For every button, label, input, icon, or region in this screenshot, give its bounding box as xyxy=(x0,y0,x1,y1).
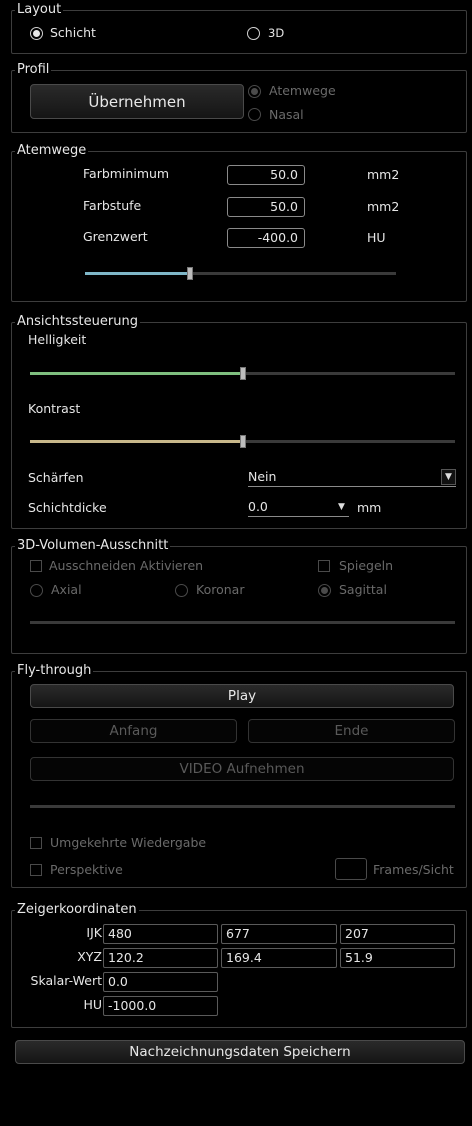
ausschneiden-label: Ausschneiden Aktivieren xyxy=(49,558,204,573)
grenzwert-input[interactable]: -400.0 xyxy=(227,228,305,248)
profil-atemwege-label: Atemwege xyxy=(269,83,336,98)
farbstufe-unit: mm2 xyxy=(367,199,400,214)
sagittal-label: Sagittal xyxy=(339,582,387,597)
kontrast-slider[interactable] xyxy=(30,435,455,448)
layout-schicht-radio[interactable] xyxy=(30,27,43,40)
schichtdicke-unit: mm xyxy=(357,500,382,515)
sagittal-radio[interactable] xyxy=(318,584,331,597)
layout-3d-radio[interactable] xyxy=(247,27,260,40)
schaerfen-dropdown[interactable]: Nein ▼ xyxy=(248,468,456,487)
play-button[interactable]: Play xyxy=(30,684,454,708)
volumen-range-slider[interactable] xyxy=(30,621,455,624)
ijk-i-value: 480 xyxy=(103,924,218,944)
ubernehmen-button[interactable]: Übernehmen xyxy=(30,84,244,119)
perspektive-label: Perspektive xyxy=(50,862,123,877)
skalar-label: Skalar-Wert xyxy=(30,973,102,988)
atemwege-group: Atemwege Farbminimum 50.0 mm2 Farbstufe … xyxy=(11,143,467,302)
farbstufe-label: Farbstufe xyxy=(83,198,142,213)
xyz-z-value: 51.9 xyxy=(340,948,455,968)
anfang-button[interactable]: Anfang xyxy=(30,719,237,743)
kontrast-label: Kontrast xyxy=(28,401,81,416)
ijk-k-value: 207 xyxy=(340,924,455,944)
frames-label: Frames/Sicht xyxy=(373,862,454,877)
hu-value: -1000.0 xyxy=(103,996,218,1016)
xyz-x-value: 120.2 xyxy=(103,948,218,968)
perspektive-checkbox[interactable] xyxy=(30,864,42,876)
kontrast-slider-thumb[interactable] xyxy=(240,435,246,448)
volumen-group: 3D-Volumen-Ausschnitt Ausschneiden Aktiv… xyxy=(11,538,467,654)
profil-nasal-label: Nasal xyxy=(269,107,304,122)
axial-radio[interactable] xyxy=(30,584,43,597)
skalar-value: 0.0 xyxy=(103,972,218,992)
helligkeit-slider[interactable] xyxy=(30,367,455,380)
hu-label: HU xyxy=(83,997,102,1012)
schaerfen-value: Nein xyxy=(248,469,277,484)
chevron-down-icon[interactable]: ▼ xyxy=(334,499,349,515)
nachzeichnungsdaten-speichern-button[interactable]: Nachzeichnungsdaten Speichern xyxy=(15,1040,465,1064)
schichtdicke-dropdown[interactable]: 0.0 ▼ xyxy=(248,498,349,517)
farbstufe-input[interactable]: 50.0 xyxy=(227,197,305,217)
frames-input[interactable] xyxy=(335,858,367,880)
layout-group: Layout Schicht 3D xyxy=(11,2,467,54)
schaerfen-label: Schärfen xyxy=(28,470,84,485)
profil-atemwege-radio xyxy=(248,85,261,98)
fly-progress-slider[interactable] xyxy=(30,805,455,808)
schichtdicke-value: 0.0 xyxy=(248,499,268,514)
spiegeln-label: Spiegeln xyxy=(339,558,394,573)
umgekehrt-label: Umgekehrte Wiedergabe xyxy=(50,835,207,850)
volumen-legend: 3D-Volumen-Ausschnitt xyxy=(15,538,171,554)
layout-schicht-label[interactable]: Schicht xyxy=(50,25,96,40)
ende-button[interactable]: Ende xyxy=(248,719,455,743)
kontrast-slider-fill xyxy=(30,440,243,443)
helligkeit-slider-thumb[interactable] xyxy=(240,367,246,380)
ijk-label: IJK xyxy=(86,925,102,940)
helligkeit-label: Helligkeit xyxy=(28,332,87,347)
layout-legend: Layout xyxy=(15,2,64,18)
ijk-j-value: 677 xyxy=(221,924,337,944)
helligkeit-slider-fill xyxy=(30,372,243,375)
grenzwert-slider[interactable] xyxy=(85,267,396,280)
video-aufnehmen-button[interactable]: VIDEO Aufnehmen xyxy=(30,757,454,781)
farbminimum-label: Farbminimum xyxy=(83,166,170,181)
layout-3d-label[interactable]: 3D xyxy=(268,26,284,40)
profil-nasal-radio xyxy=(248,108,261,121)
schichtdicke-label: Schichtdicke xyxy=(28,500,107,515)
spiegeln-checkbox[interactable] xyxy=(318,560,330,572)
umgekehrt-checkbox[interactable] xyxy=(30,837,42,849)
koronar-label: Koronar xyxy=(196,582,245,597)
xyz-label: XYZ xyxy=(77,949,102,964)
ansicht-legend: Ansichtssteuerung xyxy=(15,314,140,330)
zeiger-legend: Zeigerkoordinaten xyxy=(15,902,139,918)
flythrough-group: Fly-through Play Anfang Ende VIDEO Aufne… xyxy=(11,663,467,888)
chevron-down-icon[interactable]: ▼ xyxy=(441,469,456,485)
profil-legend: Profil xyxy=(15,62,52,78)
profil-group: Profil Übernehmen Atemwege Nasal xyxy=(11,62,467,133)
atemwege-legend: Atemwege xyxy=(15,143,89,159)
ausschneiden-checkbox[interactable] xyxy=(30,560,42,572)
grenzwert-slider-thumb[interactable] xyxy=(187,267,193,280)
xyz-y-value: 169.4 xyxy=(221,948,337,968)
zeiger-group: Zeigerkoordinaten IJK 480 677 207 XYZ 12… xyxy=(11,902,467,1028)
ansichtssteuerung-group: Ansichtssteuerung Helligkeit Kontrast Sc… xyxy=(11,314,467,529)
grenzwert-slider-fill xyxy=(85,272,191,275)
axial-label: Axial xyxy=(51,582,82,597)
grenzwert-unit: HU xyxy=(367,230,386,245)
farbminimum-unit: mm2 xyxy=(367,167,400,182)
koronar-radio[interactable] xyxy=(175,584,188,597)
farbminimum-input[interactable]: 50.0 xyxy=(227,165,305,185)
grenzwert-label: Grenzwert xyxy=(83,229,148,244)
fly-legend: Fly-through xyxy=(15,663,94,679)
